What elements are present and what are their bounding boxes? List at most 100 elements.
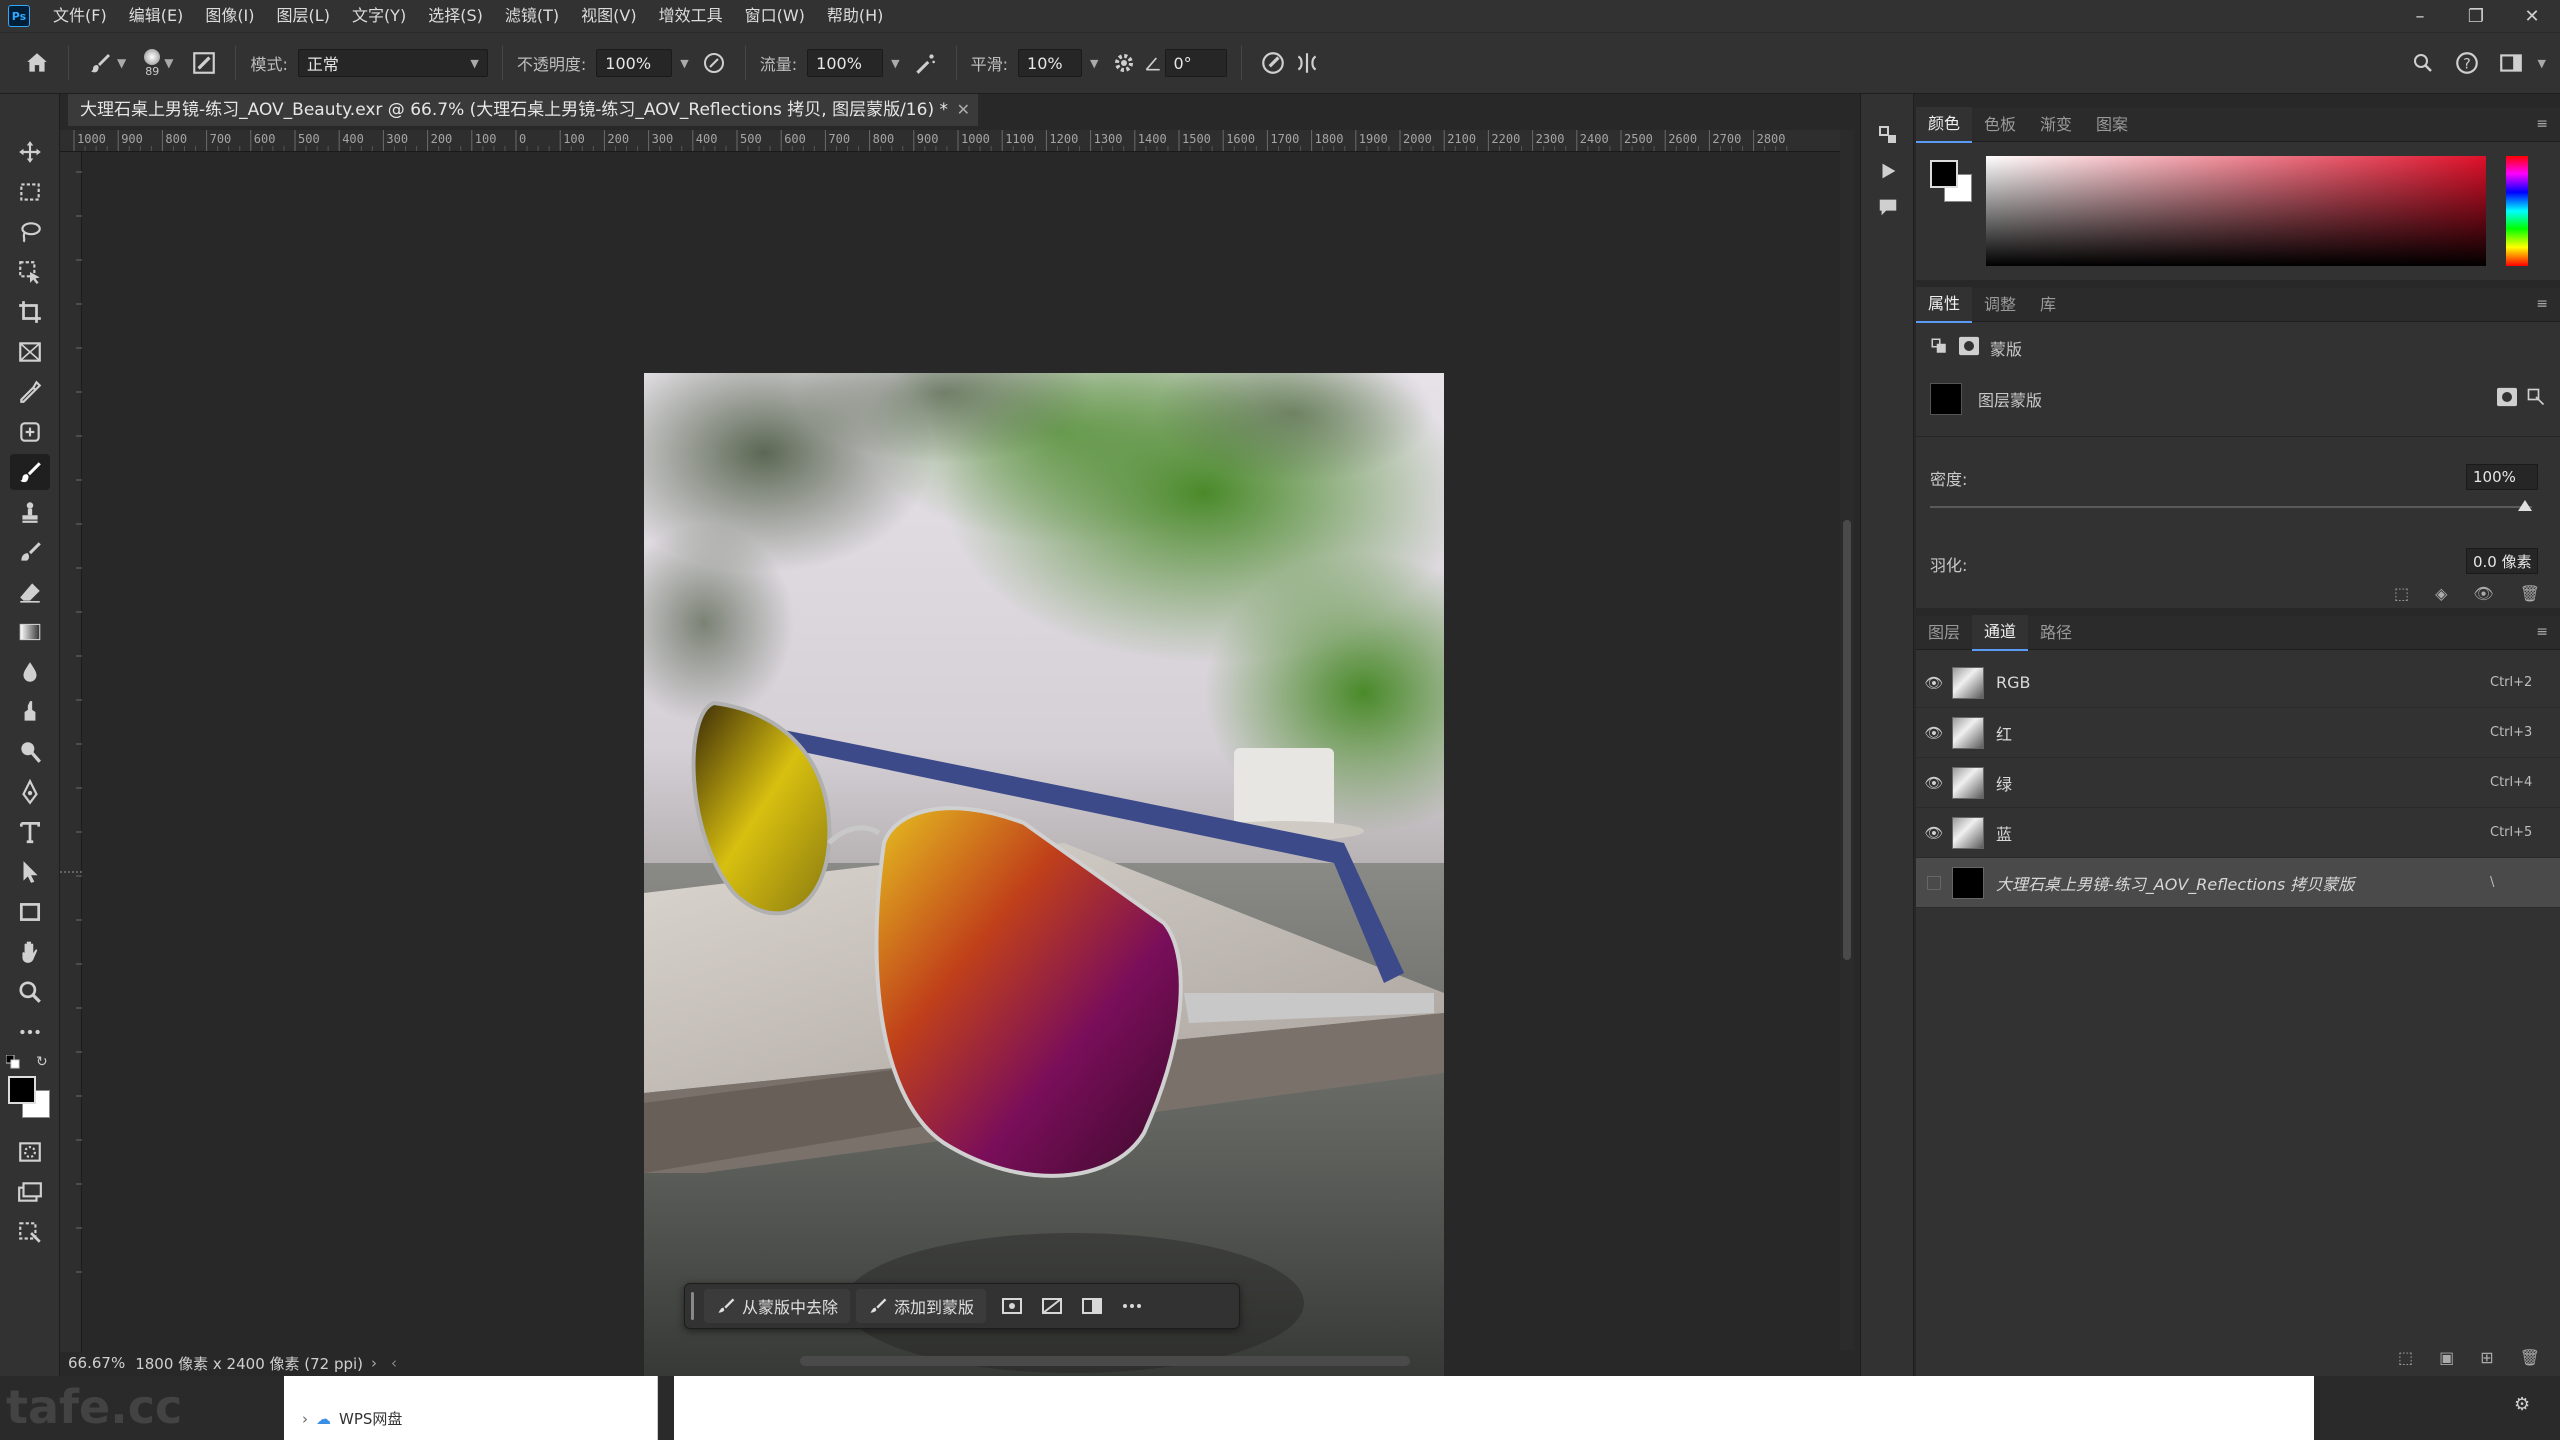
channel-row-rgb[interactable]: 👁 RGB Ctrl+2 xyxy=(1916,658,2560,708)
pixel-layer-icon[interactable] xyxy=(1930,337,1948,359)
eye-icon[interactable]: 👁 xyxy=(2473,584,2493,603)
pressure-size-icon[interactable] xyxy=(1256,46,1290,80)
marquee-tool-icon[interactable] xyxy=(10,174,50,210)
tab-paths[interactable]: 路径 xyxy=(2028,616,2084,650)
status-arrow-icon[interactable]: › xyxy=(371,1354,377,1372)
swap-colors-icon[interactable]: ↻ xyxy=(36,1054,52,1070)
mask-settings-icon[interactable] xyxy=(992,1289,1032,1323)
help-icon[interactable]: ? xyxy=(2450,46,2484,80)
document-tab[interactable]: 大理石桌上男镜-练习_AOV_Beauty.exr @ 66.7% (大理石桌上… xyxy=(68,94,978,126)
eye-icon[interactable]: 👁 xyxy=(1916,774,1952,792)
menu-edit[interactable]: 编辑(E) xyxy=(118,0,195,32)
chevron-down-icon[interactable]: ▼ xyxy=(680,57,688,70)
delete-mask-icon[interactable]: 🗑 xyxy=(2520,584,2540,603)
smudge-tool-icon[interactable] xyxy=(10,694,50,730)
tab-libraries[interactable]: 库 xyxy=(2028,288,2068,322)
menu-help[interactable]: 帮助(H) xyxy=(816,0,895,32)
hand-tool-icon[interactable] xyxy=(10,934,50,970)
vector-mask-icon[interactable] xyxy=(2526,387,2546,411)
scroll-left-icon[interactable]: ‹ xyxy=(391,1354,397,1372)
channel-row-mask[interactable]: 大理石桌上男镜-练习_AOV_Reflections 拷贝蒙版 \ xyxy=(1916,858,2560,908)
taskbar-drag-handle[interactable] xyxy=(691,1292,694,1320)
new-channel-icon[interactable]: ⊞ xyxy=(2480,1348,2493,1367)
panel-menu-icon[interactable]: ≡ xyxy=(2536,116,2548,132)
channel-row-red[interactable]: 👁 红 Ctrl+3 xyxy=(1916,708,2560,758)
density-slider-knob[interactable] xyxy=(2518,500,2532,511)
gradient-tool-icon[interactable] xyxy=(10,614,50,650)
eye-icon[interactable]: 👁 xyxy=(1916,674,1952,692)
mode-select[interactable]: 正常 ▼ xyxy=(297,49,488,77)
comments-icon[interactable] xyxy=(1873,192,1903,222)
object-selection-tool-icon[interactable] xyxy=(10,254,50,290)
foreground-color-swatch[interactable] xyxy=(8,1076,36,1104)
tab-color[interactable]: 颜色 xyxy=(1916,106,1973,143)
pen-tool-icon[interactable] xyxy=(10,774,50,810)
delete-channel-icon[interactable]: 🗑 xyxy=(2520,1348,2540,1367)
search-icon[interactable] xyxy=(2406,46,2440,80)
history-brush-tool-icon[interactable] xyxy=(10,534,50,570)
add-to-mask-button[interactable]: 添加到蒙版 xyxy=(856,1289,987,1323)
channel-row-green[interactable]: 👁 绿 Ctrl+4 xyxy=(1916,758,2560,808)
dodge-tool-icon[interactable] xyxy=(10,734,50,770)
menu-type[interactable]: 文字(Y) xyxy=(341,0,417,32)
rectangle-tool-icon[interactable] xyxy=(10,894,50,930)
frame-tool-icon[interactable] xyxy=(10,334,50,370)
pressure-opacity-icon[interactable] xyxy=(697,46,731,80)
path-selection-tool-icon[interactable] xyxy=(10,854,50,890)
tab-adjustments[interactable]: 调整 xyxy=(1972,288,2028,322)
workspace-icon[interactable] xyxy=(2494,46,2528,80)
panel-menu-icon[interactable]: ≡ xyxy=(2536,296,2548,312)
flow-input[interactable]: 100% xyxy=(807,49,884,77)
opacity-input[interactable]: 100% xyxy=(596,49,673,77)
tab-layers[interactable]: 图层 xyxy=(1916,616,1972,650)
smoothing-input[interactable]: 10% xyxy=(1018,49,1083,77)
vertical-scroll-thumb[interactable] xyxy=(1843,520,1851,960)
type-tool-icon[interactable] xyxy=(10,814,50,850)
panel-menu-icon[interactable]: ≡ xyxy=(2536,624,2548,640)
disable-mask-icon[interactable] xyxy=(1032,1289,1072,1323)
load-selection-icon[interactable]: ⬚ xyxy=(2394,584,2409,603)
taskbar-tray-icon[interactable]: ⚙ xyxy=(2514,1394,2530,1415)
chevron-down-icon[interactable]: ▼ xyxy=(164,56,173,70)
menu-plugins[interactable]: 增效工具 xyxy=(648,0,734,32)
chevron-down-icon[interactable]: ▼ xyxy=(891,57,899,70)
brush-tool-icon[interactable] xyxy=(10,454,50,490)
mask-icon[interactable] xyxy=(1958,336,1980,360)
chevron-right-icon[interactable]: › xyxy=(302,1410,308,1428)
chevron-down-icon[interactable]: ▼ xyxy=(1090,57,1098,70)
screen-mode-icon[interactable] xyxy=(10,1174,50,1210)
apply-mask-icon[interactable]: ◈ xyxy=(2435,584,2447,603)
panel-foreground-swatch[interactable] xyxy=(1930,160,1958,188)
menu-view[interactable]: 视图(V) xyxy=(570,0,647,32)
wps-drive-item[interactable]: › ☁ WPS网盘 xyxy=(302,1408,402,1429)
minimize-icon[interactable]: – xyxy=(2392,0,2448,32)
healing-brush-tool-icon[interactable] xyxy=(10,414,50,450)
zoom-tool-icon[interactable] xyxy=(10,974,50,1010)
menu-image[interactable]: 图像(I) xyxy=(194,0,265,32)
menu-filter[interactable]: 滤镜(T) xyxy=(494,0,570,32)
layer-mask-thumbnail[interactable] xyxy=(1930,383,1962,415)
menu-select[interactable]: 选择(S) xyxy=(417,0,494,32)
tab-swatches[interactable]: 色板 xyxy=(1972,108,2028,142)
eye-icon[interactable]: 👁 xyxy=(1916,824,1952,842)
menu-layer[interactable]: 图层(L) xyxy=(266,0,341,32)
visibility-toggle[interactable] xyxy=(1916,875,1952,890)
move-tool-icon[interactable] xyxy=(10,134,50,170)
tab-properties[interactable]: 属性 xyxy=(1916,286,1973,323)
history-panel-icon[interactable] xyxy=(1873,120,1903,150)
tab-channels[interactable]: 通道 xyxy=(1972,614,2029,651)
tab-patterns[interactable]: 图案 xyxy=(2084,108,2140,142)
save-selection-as-channel-icon[interactable]: ▣ xyxy=(2439,1348,2454,1367)
restore-icon[interactable]: ❐ xyxy=(2448,0,2504,32)
actions-play-icon[interactable] xyxy=(1873,156,1903,186)
brush-size-picker[interactable]: 89 xyxy=(144,48,161,78)
eye-icon[interactable]: 👁 xyxy=(1916,724,1952,742)
chevron-down-icon[interactable]: ▼ xyxy=(117,56,126,70)
brush-settings-panel-icon[interactable] xyxy=(187,46,221,80)
quick-mask-icon[interactable] xyxy=(10,1134,50,1170)
crop-tool-icon[interactable] xyxy=(10,294,50,330)
document-image[interactable] xyxy=(644,373,1444,1439)
select-mask-icon[interactable] xyxy=(2496,387,2518,411)
eyedropper-tool-icon[interactable] xyxy=(10,374,50,410)
default-colors-icon[interactable] xyxy=(5,1054,20,1069)
